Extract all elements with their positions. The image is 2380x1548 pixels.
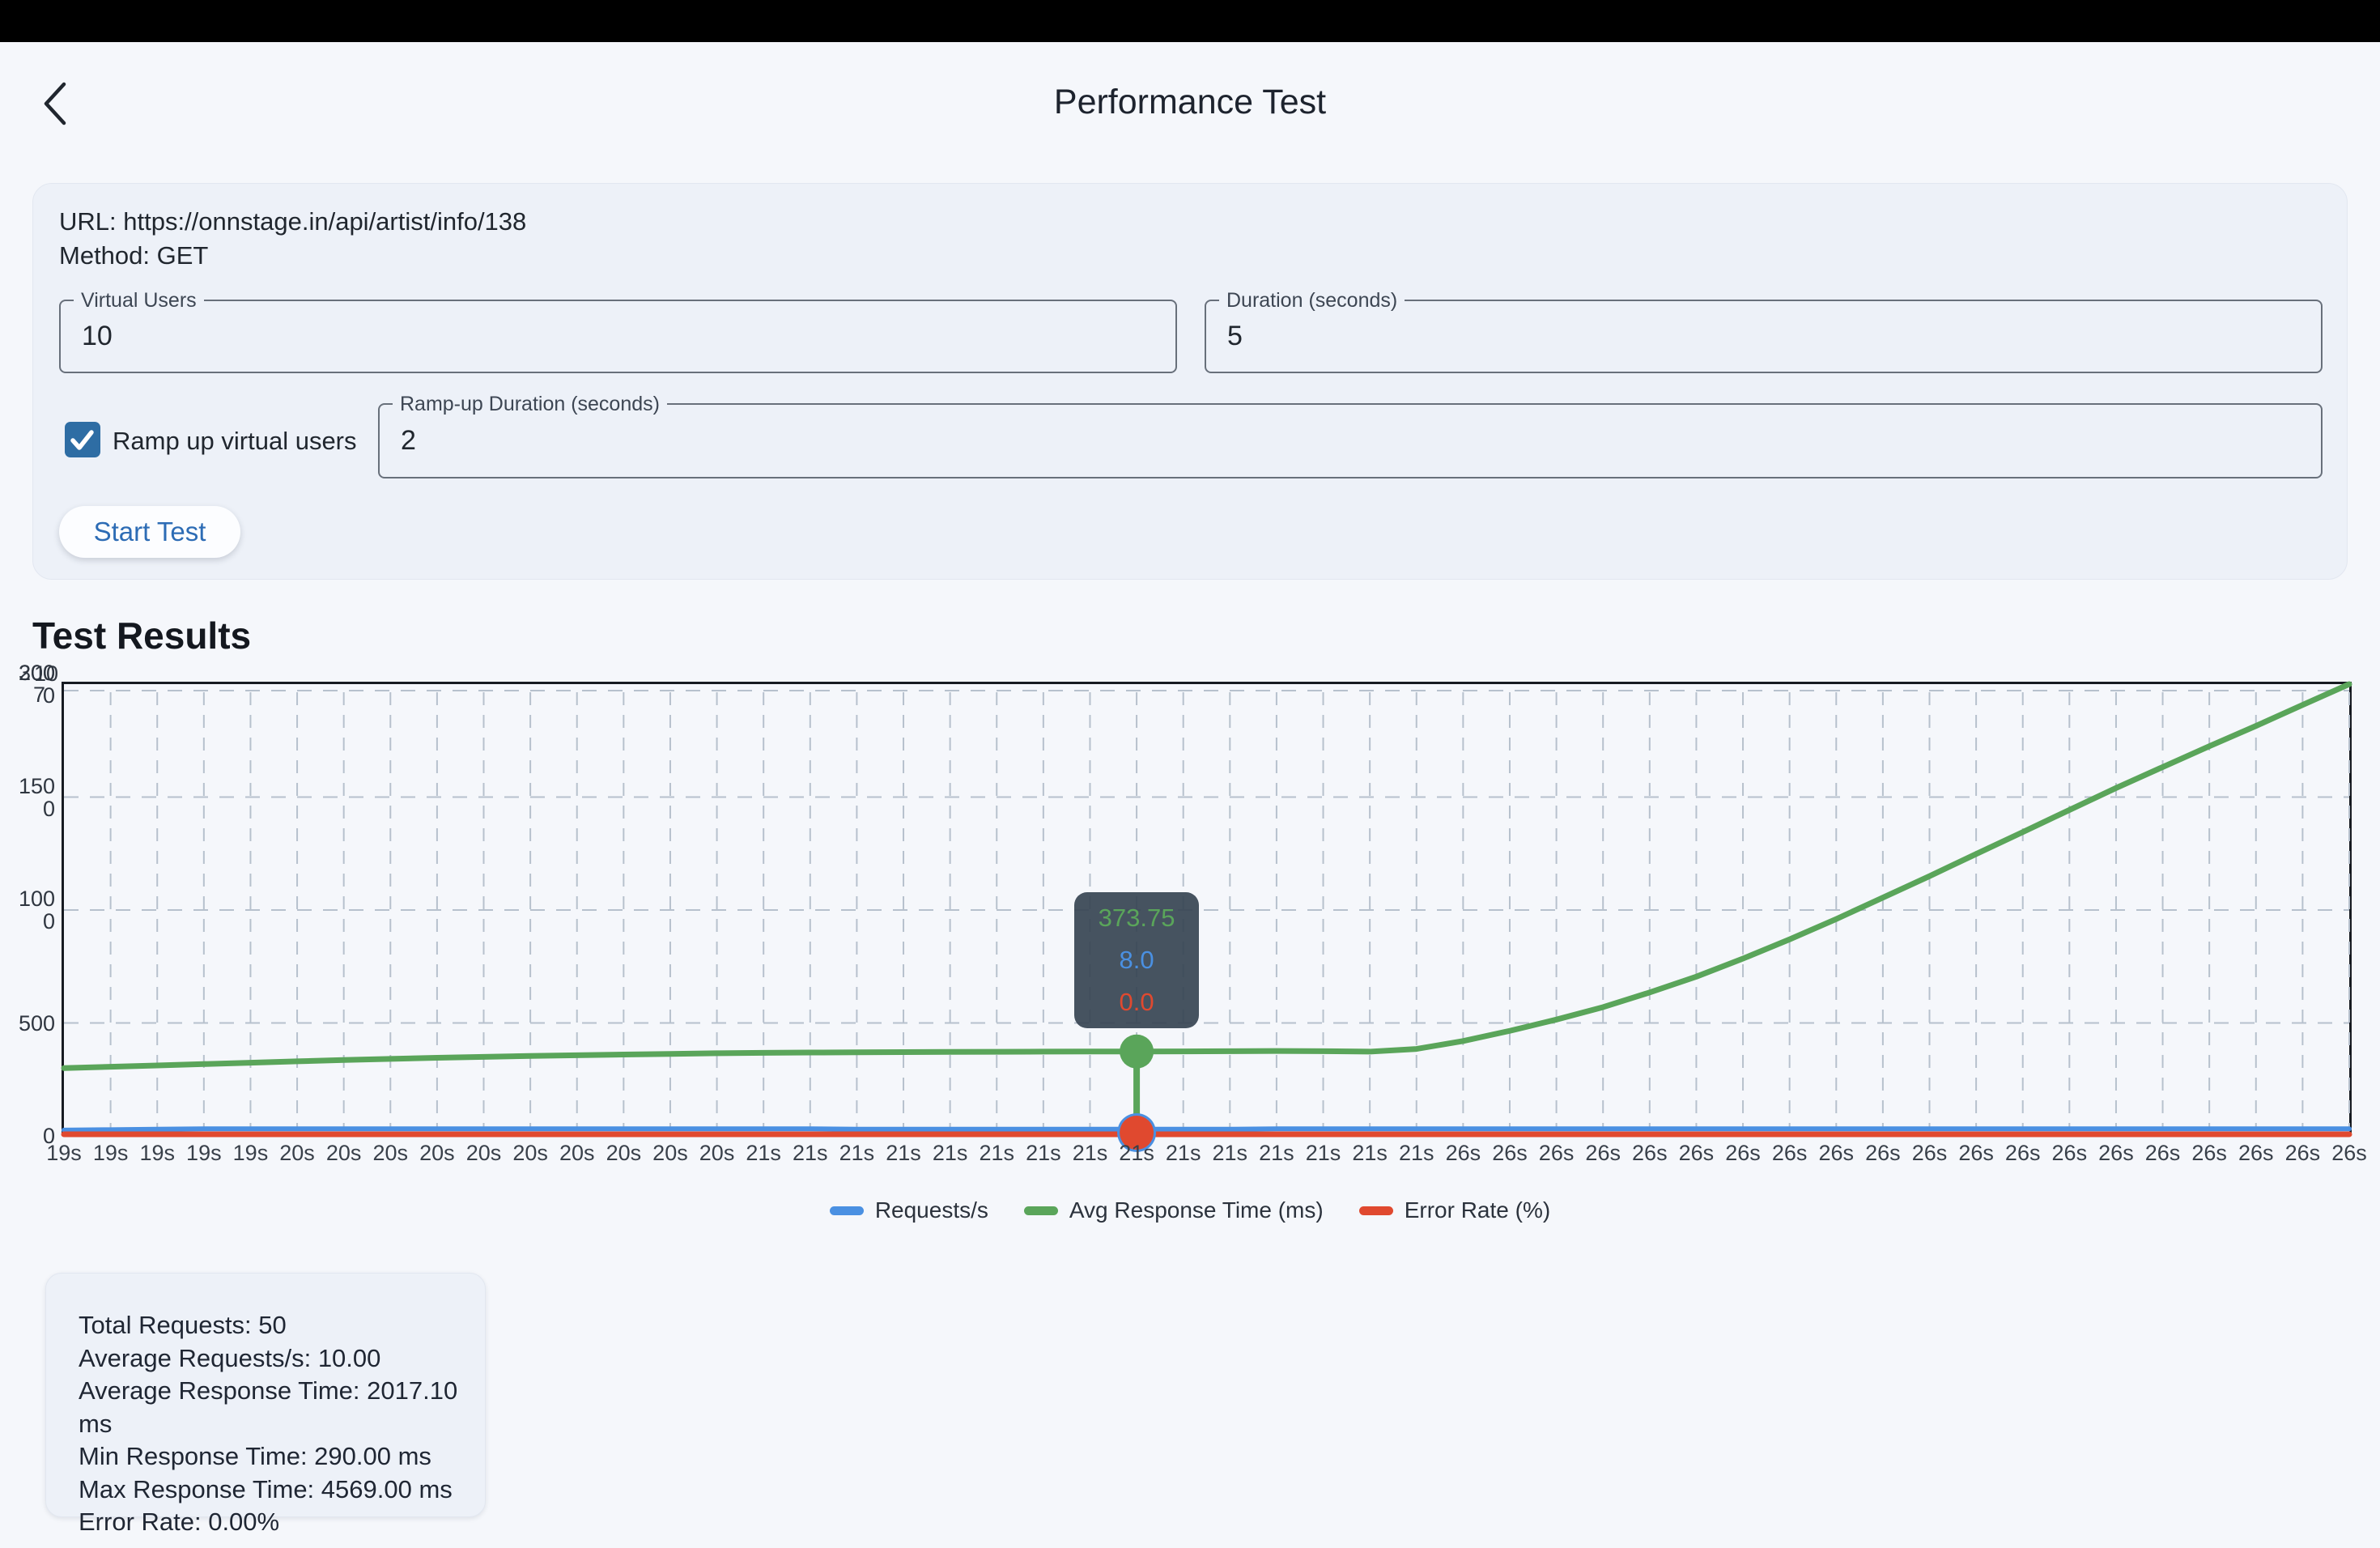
y-tick-label: 100 0 (19, 887, 55, 933)
x-tick-label: 21s (1259, 1141, 1294, 1166)
x-tick-label: 19s (233, 1141, 269, 1166)
max-response-time: Max Response Time: 4569.00 ms (79, 1474, 485, 1507)
x-tick-label: 26s (1818, 1141, 1854, 1166)
checkmark-icon (65, 422, 100, 457)
tooltip-error-value: 0.0 (1120, 988, 1154, 1017)
ramp-up-checkbox[interactable] (65, 422, 100, 457)
x-tick-label: 26s (1446, 1141, 1481, 1166)
x-tick-label: 21s (886, 1141, 921, 1166)
x-tick-label: 21s (839, 1141, 875, 1166)
page-title: Performance Test (0, 83, 2380, 122)
x-tick-label: 20s (373, 1141, 409, 1166)
error-rate: Error Rate: 0.00% (79, 1506, 485, 1539)
x-tick-label: 20s (606, 1141, 642, 1166)
top-status-bar (0, 0, 2380, 42)
error-rate-swatch-icon (1359, 1206, 1393, 1215)
x-tick-label: 21s (1166, 1141, 1201, 1166)
x-tick-label: 21s (1119, 1141, 1154, 1166)
x-tick-label: 20s (419, 1141, 455, 1166)
x-tick-label: 26s (2098, 1141, 2134, 1166)
x-axis-labels: 19s19s19s19s19s20s20s20s20s20s20s20s20s2… (64, 1141, 2349, 1170)
min-response-time: Min Response Time: 290.00 ms (79, 1440, 485, 1474)
virtual-users-input[interactable] (61, 301, 1175, 372)
duration-input[interactable] (1206, 301, 2321, 372)
x-tick-label: 26s (2238, 1141, 2274, 1166)
x-tick-label: 21s (1352, 1141, 1388, 1166)
line-chart[interactable] (64, 684, 2349, 1136)
x-tick-label: 20s (279, 1141, 315, 1166)
x-tick-label: 19s (139, 1141, 175, 1166)
duration-field: Duration (seconds) (1205, 300, 2323, 373)
ramp-up-duration-input[interactable] (380, 405, 2321, 477)
results-heading: Test Results (32, 614, 251, 657)
x-tick-label: 26s (1958, 1141, 1994, 1166)
x-tick-label: 26s (2145, 1141, 2181, 1166)
response-time-swatch-icon (1024, 1206, 1058, 1215)
y-tick-overlap-artifact: 10 (34, 662, 58, 685)
chart-legend: Requests/s Avg Response Time (ms) Error … (0, 1197, 2380, 1223)
x-tick-label: 20s (326, 1141, 362, 1166)
x-tick-label: 26s (2191, 1141, 2227, 1166)
requests-swatch-icon (830, 1206, 864, 1215)
url-text: URL: https://onnstage.in/api/artist/info… (59, 205, 526, 239)
x-tick-label: 21s (1306, 1141, 1341, 1166)
start-test-button[interactable]: Start Test (59, 506, 240, 558)
y-tick-label: 200 0300107 (19, 661, 55, 707)
tooltip-response-value: 373.75 (1099, 904, 1175, 933)
legend-item-response-time[interactable]: Avg Response Time (ms) (1024, 1197, 1324, 1223)
x-tick-label: 26s (2005, 1141, 2041, 1166)
x-tick-label: 26s (1865, 1141, 1901, 1166)
x-tick-label: 20s (699, 1141, 735, 1166)
x-tick-label: 19s (93, 1141, 129, 1166)
x-tick-label: 26s (1539, 1141, 1575, 1166)
x-tick-label: 19s (46, 1141, 82, 1166)
y-tick-label: 500 (19, 1012, 55, 1035)
x-tick-label: 26s (1632, 1141, 1668, 1166)
x-tick-label: 26s (2052, 1141, 2088, 1166)
x-tick-label: 26s (2331, 1141, 2367, 1166)
average-requests: Average Requests/s: 10.00 (79, 1342, 485, 1376)
y-tick-label: 150 0 (19, 775, 55, 820)
x-tick-label: 21s (933, 1141, 968, 1166)
x-tick-label: 20s (512, 1141, 548, 1166)
tooltip-requests-value: 8.0 (1120, 946, 1154, 975)
performance-test-page: Performance Test URL: https://onnstage.i… (0, 0, 2380, 1548)
x-tick-label: 26s (2285, 1141, 2321, 1166)
x-tick-label: 26s (1772, 1141, 1808, 1166)
chart-tooltip: 373.75 8.0 0.0 (1074, 892, 1199, 1028)
total-requests: Total Requests: 50 (79, 1309, 485, 1342)
x-tick-label: 21s (1213, 1141, 1248, 1166)
x-tick-label: 20s (559, 1141, 595, 1166)
y-axis-labels: 200 0300107150 0100 05000 (0, 684, 55, 1136)
x-tick-label: 19s (186, 1141, 222, 1166)
url-and-method: URL: https://onnstage.in/api/artist/info… (59, 205, 526, 273)
x-tick-label: 21s (1026, 1141, 1061, 1166)
chart-plot-area[interactable] (62, 682, 2352, 1136)
x-tick-label: 21s (1073, 1141, 1108, 1166)
x-tick-label: 26s (1492, 1141, 1528, 1166)
x-tick-label: 21s (979, 1141, 1014, 1166)
x-tick-label: 26s (1679, 1141, 1715, 1166)
x-tick-label: 20s (466, 1141, 502, 1166)
test-config-panel: URL: https://onnstage.in/api/artist/info… (32, 183, 2348, 580)
x-tick-label: 26s (1585, 1141, 1621, 1166)
legend-item-requests[interactable]: Requests/s (830, 1197, 988, 1223)
legend-item-error-rate[interactable]: Error Rate (%) (1359, 1197, 1550, 1223)
y-tick-overlap-artifact: 7 (33, 683, 45, 706)
ramp-up-duration-field: Ramp-up Duration (seconds) (378, 403, 2323, 478)
average-response-time: Average Response Time: 2017.10 ms (79, 1375, 485, 1440)
ramp-up-checkbox-label[interactable]: Ramp up virtual users (113, 427, 357, 456)
x-tick-label: 26s (1725, 1141, 1761, 1166)
x-tick-label: 21s (1399, 1141, 1434, 1166)
x-tick-label: 26s (1912, 1141, 1948, 1166)
x-tick-label: 20s (652, 1141, 688, 1166)
x-tick-label: 21s (746, 1141, 781, 1166)
summary-card: Total Requests: 50 Average Requests/s: 1… (45, 1273, 486, 1517)
virtual-users-field: Virtual Users (59, 300, 1177, 373)
method-text: Method: GET (59, 239, 526, 273)
x-tick-label: 21s (793, 1141, 828, 1166)
